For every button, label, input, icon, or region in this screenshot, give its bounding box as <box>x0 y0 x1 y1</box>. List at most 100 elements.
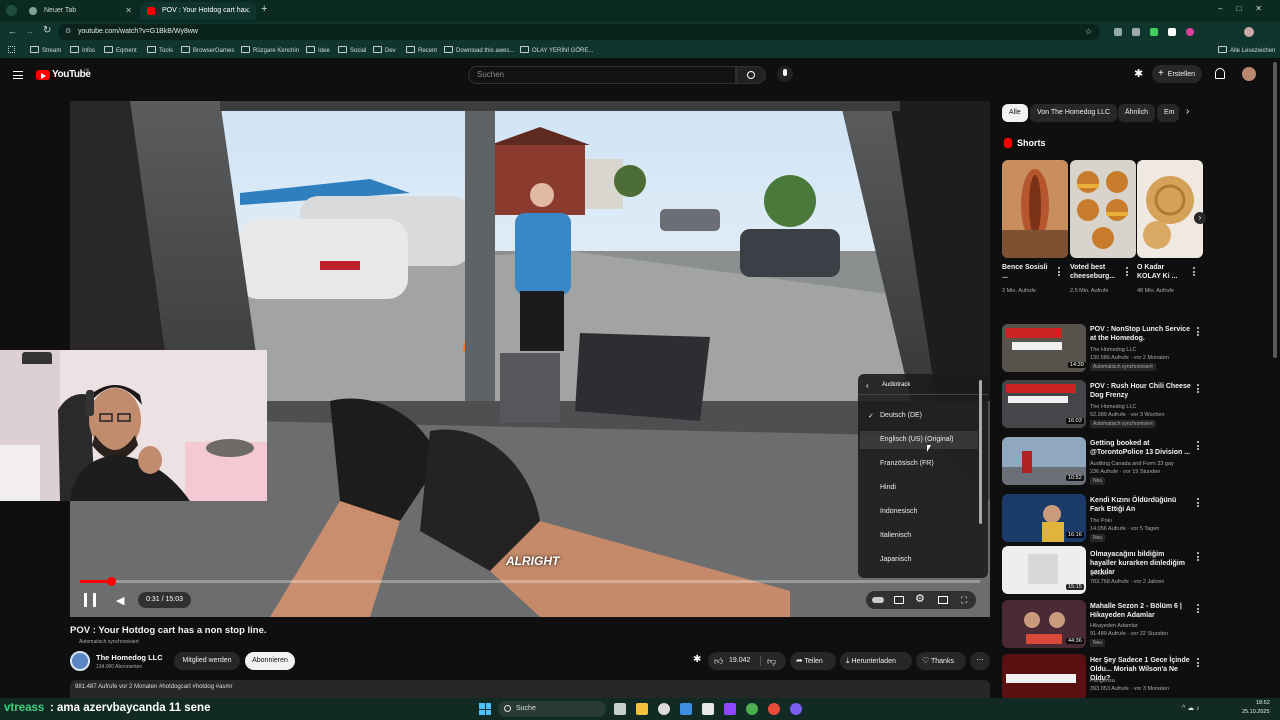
more-options-icon[interactable] <box>1197 384 1199 395</box>
menu-item-japanisch[interactable]: Japanisch <box>880 556 912 563</box>
menu-item-franzosisch[interactable]: Französisch (FR) <box>880 460 934 467</box>
back-chevron-icon[interactable]: ‹ <box>866 381 869 390</box>
extensions-area[interactable] <box>1108 27 1268 37</box>
address-bar[interactable]: ⚙ youtube.com/watch?v=G1BkB/Wy8ww ☆ <box>58 24 1100 40</box>
app-icon[interactable] <box>702 703 714 715</box>
bookmark-item[interactable]: BrowserGames <box>181 46 234 54</box>
menu-scrollbar[interactable] <box>979 380 982 524</box>
more-options-icon[interactable] <box>1197 498 1199 509</box>
windows-start-icon[interactable] <box>479 703 491 715</box>
window-controls[interactable]: –□✕ <box>1218 4 1276 13</box>
related-title[interactable]: Getting booked at @TorontoPolice 13 Divi… <box>1090 439 1192 457</box>
related-channel[interactable]: Auditing Canada and Form 33 gay <box>1090 461 1174 467</box>
volume-icon[interactable]: ◀ <box>116 594 124 607</box>
app-icon[interactable] <box>724 703 736 715</box>
more-options-icon[interactable] <box>1126 267 1128 278</box>
file-explorer-icon[interactable] <box>636 703 648 715</box>
bookmark-item[interactable]: Tools <box>147 46 173 54</box>
bell-icon[interactable] <box>1215 68 1225 79</box>
profile-avatar[interactable] <box>1244 27 1254 37</box>
menu-item-englisch[interactable]: Englisch (US) (Original) <box>880 436 954 443</box>
tab-new-tab[interactable]: Neuer Tab ✕ <box>22 2 138 20</box>
bookmark-item[interactable]: Recent <box>406 46 437 54</box>
subscribe-button[interactable]: Abonnieren <box>245 652 295 670</box>
chrome-icon[interactable] <box>768 703 780 715</box>
chip-all[interactable]: Alle <box>1002 104 1028 122</box>
chevron-right-icon[interactable]: › <box>1186 106 1189 117</box>
short-title[interactable]: O Kadar KOLAY Ki ... <box>1137 263 1189 281</box>
related-channel[interactable]: The Pokı <box>1090 518 1112 524</box>
join-button[interactable]: Mitglied werden <box>174 652 240 670</box>
miniplayer-icon[interactable] <box>938 596 948 604</box>
more-options-icon[interactable] <box>1197 441 1199 452</box>
dislike-button[interactable]: 👎︎ <box>767 652 776 670</box>
page-scrollbar[interactable] <box>1273 62 1277 358</box>
search-button[interactable] <box>736 66 766 84</box>
create-button[interactable]: + Erstellen <box>1152 65 1202 83</box>
related-channel[interactable]: Pangeosa <box>1090 678 1115 684</box>
search-input[interactable]: Suchen <box>468 66 736 84</box>
settings-icon[interactable]: ⚙ <box>915 592 925 605</box>
more-actions-button[interactable]: ⋯ <box>970 652 990 670</box>
forward-icon[interactable]: → <box>25 26 34 36</box>
related-channel[interactable]: The Homedog LLC <box>1090 404 1136 410</box>
progress-bar[interactable] <box>80 577 980 586</box>
sparkle-icon[interactable]: ✱ <box>693 654 701 665</box>
short-thumbnail[interactable] <box>1137 160 1203 258</box>
new-tab-button[interactable]: + <box>261 3 267 15</box>
menu-item-deutsch[interactable]: Deutsch (DE) <box>880 412 922 419</box>
more-options-icon[interactable] <box>1197 604 1199 615</box>
bookmark-item[interactable]: Download this awes... <box>444 46 514 54</box>
apps-grid-icon[interactable] <box>8 46 15 53</box>
all-bookmarks[interactable]: Alle Lesezeichen <box>1218 46 1275 54</box>
download-button[interactable]: ⤓ Herunterladen <box>840 652 912 670</box>
menu-icon[interactable] <box>13 71 23 79</box>
bookmark-item[interactable]: Stream <box>30 46 61 54</box>
short-title[interactable]: Bence Sosisli ... <box>1002 263 1054 281</box>
short-title[interactable]: Voted best cheeseburg... <box>1070 263 1124 281</box>
chip-similar[interactable]: Ähnlich <box>1118 104 1155 122</box>
bookmark-item[interactable]: Dev <box>373 46 396 54</box>
taskbar-search[interactable]: Suche <box>498 701 606 717</box>
close-icon[interactable]: ✕ <box>125 2 132 20</box>
bookmark-item[interactable]: Eqment <box>104 46 137 54</box>
tab-search-icon[interactable] <box>6 5 17 16</box>
bookmark-item[interactable]: OLAY YERİNİ GÖRE... <box>520 46 593 54</box>
bookmark-item[interactable]: Rüzgare Kenchin <box>241 46 299 54</box>
close-icon[interactable]: ✕ <box>243 2 250 20</box>
chip-from-channel[interactable]: Von The Homedog LLC <box>1030 104 1118 122</box>
description-box[interactable]: 981.487 Aufrufe vor 2 Monaten #hotdogcar… <box>70 680 990 698</box>
reload-icon[interactable]: ↻ <box>43 25 51 36</box>
pause-button[interactable] <box>84 593 96 607</box>
related-title[interactable]: Kendi Kızını Öldürdüğünü Fark Ettiği An <box>1090 496 1192 514</box>
fullscreen-icon[interactable]: ⛶ <box>961 595 967 606</box>
more-options-icon[interactable] <box>1058 267 1060 278</box>
more-options-icon[interactable] <box>1197 658 1199 669</box>
menu-item-indonesisch[interactable]: Indonesisch <box>880 508 917 515</box>
menu-item-hindi[interactable]: Hindi <box>880 484 896 491</box>
bookmark-item[interactable]: Infos <box>70 46 95 54</box>
related-title[interactable]: Mahalle Sezon 2 - Bölüm 6 | Hikayeden Ad… <box>1090 602 1192 620</box>
app-icon[interactable] <box>658 703 670 715</box>
back-icon[interactable]: ← <box>8 26 17 36</box>
bookmark-item[interactable]: Idee <box>306 46 330 54</box>
menu-item-italienisch[interactable]: Italienisch <box>880 532 911 539</box>
extension-icon[interactable] <box>1186 28 1194 36</box>
progress-handle[interactable] <box>106 577 116 586</box>
share-button[interactable]: ➦ Teilen <box>790 652 836 670</box>
bookmark-item[interactable]: Social <box>338 46 366 54</box>
extension-icon[interactable] <box>1114 28 1122 36</box>
sparkle-icon[interactable]: ✱ <box>1134 67 1143 80</box>
site-info-icon[interactable]: ⚙ <box>65 24 71 40</box>
chrome-icon[interactable] <box>746 703 758 715</box>
bookmark-star-icon[interactable]: ☆ <box>1085 24 1092 40</box>
related-channel[interactable]: Merece <box>1090 571 1108 577</box>
task-view-icon[interactable] <box>614 703 626 715</box>
more-options-icon[interactable] <box>1193 267 1195 278</box>
tab-youtube-video[interactable]: POV : Your Hotdog cart ha... ✕ <box>140 2 256 20</box>
related-channel[interactable]: The Homedog LLC <box>1090 347 1136 353</box>
related-channel[interactable]: Hikayeden Adamlar <box>1090 623 1138 629</box>
thanks-button[interactable]: ♡ Thanks <box>916 652 966 670</box>
chip-more[interactable]: Em <box>1157 104 1179 122</box>
channel-avatar[interactable] <box>70 651 90 671</box>
